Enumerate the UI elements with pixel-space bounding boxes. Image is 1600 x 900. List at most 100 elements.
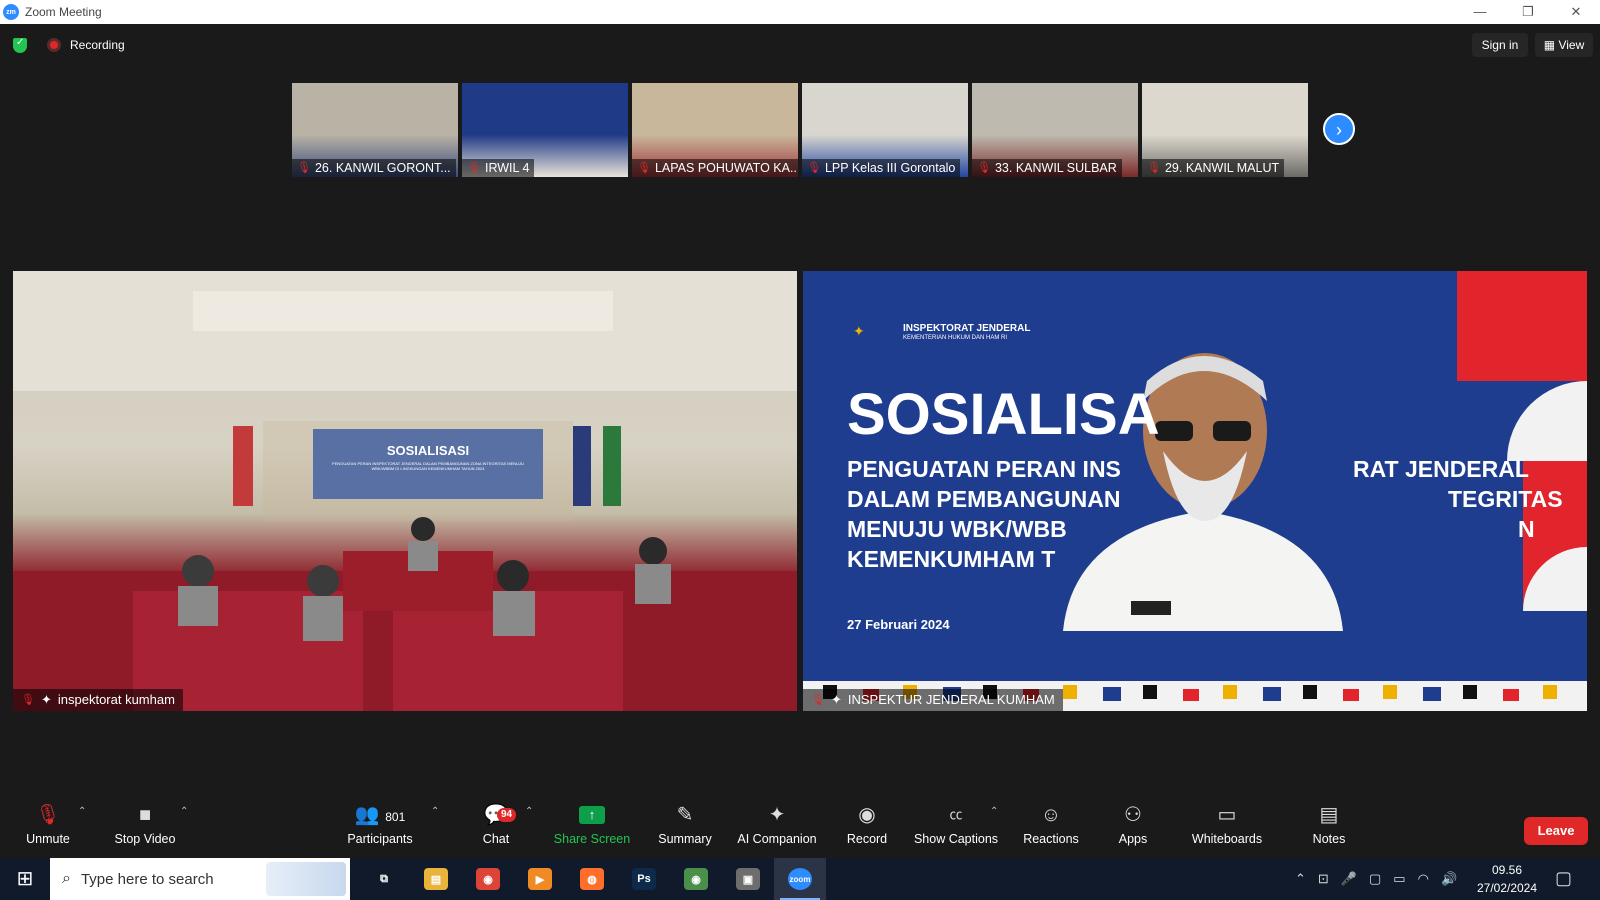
participants-icon: 👥 801 [354, 804, 406, 826]
mic-muted-icon: 🎙 [297, 162, 311, 174]
summary-button[interactable]: ✎ Summary [655, 800, 715, 858]
chat-label: Chat [482, 832, 510, 846]
share-screen-label: Share Screen [553, 832, 631, 846]
taskbar-search-box[interactable]: ⌕ Type here to search [50, 858, 350, 900]
zoom-logo-icon: zm [3, 4, 19, 20]
room-screen-subtitle: PENGUATAN PERAN INSPEKTORAT JENDERAL DAL… [332, 461, 524, 471]
search-placeholder: Type here to search [80, 870, 214, 888]
whiteboards-button[interactable]: ▭ Whiteboards [1188, 800, 1266, 858]
task-view-icon[interactable]: ⧉ [358, 858, 410, 900]
app-glyph: ◉ [476, 868, 500, 890]
thumbnail-label: 🎙 LPP Kelas III Gorontalo [802, 159, 961, 177]
participants-count: 801 [385, 810, 406, 824]
microphone-icon[interactable]: 🎤 [1341, 871, 1357, 887]
show-captions-button[interactable]: ㏄ Show Captions [913, 800, 999, 858]
share-screen-button[interactable]: ↑ Share Screen [552, 800, 632, 858]
slide-date: 27 Februari 2024 [847, 617, 950, 632]
summary-label: Summary [658, 832, 712, 846]
recording-icon [47, 38, 61, 52]
next-page-arrow-icon[interactable]: › [1323, 113, 1355, 145]
clock-date: 27/02/2024 [1476, 881, 1538, 895]
apps-button[interactable]: ⚇ Apps [1115, 800, 1151, 858]
meet-now-icon[interactable]: ⊡ [1318, 871, 1329, 887]
leave-button[interactable]: Leave [1524, 817, 1588, 845]
participant-thumbnail[interactable]: 🎙 29. KANWIL MALUT [1142, 83, 1308, 177]
slide-line: RAT JENDERAL [1353, 456, 1529, 482]
ai-companion-button[interactable]: ✦ AI Companion [735, 800, 819, 858]
video-tile-inspektur-jenderal[interactable]: ✦ INSPEKTORAT JENDERAL KEMENTERIAN HUKUM… [803, 271, 1587, 711]
participants-button[interactable]: 👥 801 Participants [345, 800, 415, 858]
video-tile-inspektorat[interactable]: SOSIALISASI PENGUATAN PERAN INSPEKTORAT … [13, 271, 797, 711]
file-explorer-icon[interactable]: ▤ [410, 858, 462, 900]
display-icon[interactable]: ▢ [1369, 871, 1381, 887]
sign-in-button[interactable]: Sign in [1472, 33, 1528, 57]
recording-label[interactable]: Recording [70, 38, 125, 52]
photoshop-icon[interactable]: Ps [618, 858, 670, 900]
participant-thumbnail[interactable]: 🎙 26. KANWIL GORONT... [292, 83, 458, 177]
window-titlebar: zm Zoom Meeting — ❐ ✕ [0, 0, 1600, 24]
participant-thumbnail-strip: 🎙 26. KANWIL GORONT... 🎙 IRWIL 4 🎙 LAPAS PO… [292, 83, 1308, 177]
taskbar-apps: ⧉ ▤ ◉ ▶ ◍ Ps ◉ ▣ zoom [358, 858, 826, 900]
chrome-profile-icon[interactable]: ◉ [670, 858, 722, 900]
view-button[interactable]: ▦ View [1535, 33, 1593, 57]
participant-thumbnail[interactable]: 🎙 LAPAS POHUWATO KA... [632, 83, 798, 177]
tile-name-label: 🎙 ✦ INSPEKTUR JENDERAL KUMHAM [803, 689, 1063, 711]
battery-icon[interactable]: ▭ [1393, 871, 1405, 887]
encryption-shield-icon[interactable] [13, 37, 27, 53]
participant-thumbnail[interactable]: 🎙 IRWIL 4 [462, 83, 628, 177]
thumbnail-label: 🎙 26. KANWIL GORONT... [292, 159, 456, 177]
restore-button[interactable]: ❐ [1504, 0, 1552, 24]
minimize-button[interactable]: — [1456, 0, 1504, 24]
participant-name: 29. KANWIL MALUT [1164, 161, 1280, 175]
wifi-icon[interactable]: ◠ [1418, 871, 1429, 887]
video-options-caret-icon[interactable]: ⌃ [180, 806, 188, 817]
notification-center-icon[interactable]: ▢ [1555, 868, 1572, 889]
reactions-label: Reactions [1023, 832, 1079, 846]
stop-video-button[interactable]: ■ Stop Video [110, 800, 180, 858]
record-button[interactable]: ◉ Record [845, 800, 889, 858]
smiley-plus-icon: ☺ [1040, 804, 1062, 826]
record-label: Record [846, 832, 888, 846]
participant-name: inspektorat kumham [57, 692, 175, 707]
mic-muted-icon: 🎙 [811, 694, 825, 706]
participant-name: LPP Kelas III Gorontalo [824, 161, 956, 175]
firefox-icon[interactable]: ◍ [566, 858, 618, 900]
participant-thumbnail[interactable]: 🎙 33. KANWIL SULBAR [972, 83, 1138, 177]
zoom-app-icon[interactable]: zoom [774, 858, 826, 900]
taskbar-clock[interactable]: 09.56 27/02/2024 [1472, 861, 1542, 897]
apps-label: Apps [1118, 832, 1148, 846]
participants-caret-icon[interactable]: ⌃ [431, 806, 439, 817]
video-camera-icon: ■ [138, 804, 152, 826]
search-highlight-image [266, 862, 346, 896]
media-player-icon[interactable]: ▶ [514, 858, 566, 900]
mic-muted-icon: 🎙 [637, 162, 651, 174]
meeting-top-bar: Recording Sign in ▦ View [0, 24, 1600, 66]
thumbnail-label: 🎙 29. KANWIL MALUT [1142, 159, 1285, 177]
meeting-toolbar: 🎙 Unmute ⌃ ■ Stop Video ⌃ 👥 801 Particip… [0, 800, 1600, 858]
show-hidden-icons-icon[interactable]: ⌃ [1295, 871, 1306, 887]
app-glyph: ◉ [684, 868, 708, 890]
slide-line: TEGRITAS [1448, 486, 1563, 512]
slide-line: KEMENKUMHAM T [847, 546, 1056, 572]
windows-store-icon[interactable]: ▣ [722, 858, 774, 900]
chrome-icon[interactable]: ◉ [462, 858, 514, 900]
captions-caret-icon[interactable]: ⌃ [990, 806, 998, 817]
notes-label: Notes [1312, 832, 1346, 846]
pengayoman-logo-icon: ✦ [853, 323, 865, 339]
chat-caret-icon[interactable]: ⌃ [525, 806, 533, 817]
apps-icon: ⚇ [1124, 804, 1142, 826]
volume-icon[interactable]: 🔊 [1441, 871, 1457, 887]
audio-options-caret-icon[interactable]: ⌃ [78, 806, 86, 817]
close-button[interactable]: ✕ [1552, 0, 1600, 24]
mic-muted-icon: 🎙 [467, 162, 481, 174]
windows-start-icon[interactable]: ⊞ [0, 858, 50, 900]
unmute-button[interactable]: 🎙 Unmute [22, 800, 74, 858]
mic-muted-icon: 🎙 [1147, 162, 1161, 174]
reactions-button[interactable]: ☺ Reactions [1020, 800, 1082, 858]
org-title: INSPEKTORAT JENDERAL [903, 323, 1031, 334]
notes-button[interactable]: ▤ Notes [1310, 800, 1348, 858]
participant-thumbnail[interactable]: 🎙 LPP Kelas III Gorontalo [802, 83, 968, 177]
participants-label: Participants [347, 832, 413, 846]
unmute-label: Unmute [26, 832, 70, 846]
thumbnail-label: 🎙 33. KANWIL SULBAR [972, 159, 1122, 177]
